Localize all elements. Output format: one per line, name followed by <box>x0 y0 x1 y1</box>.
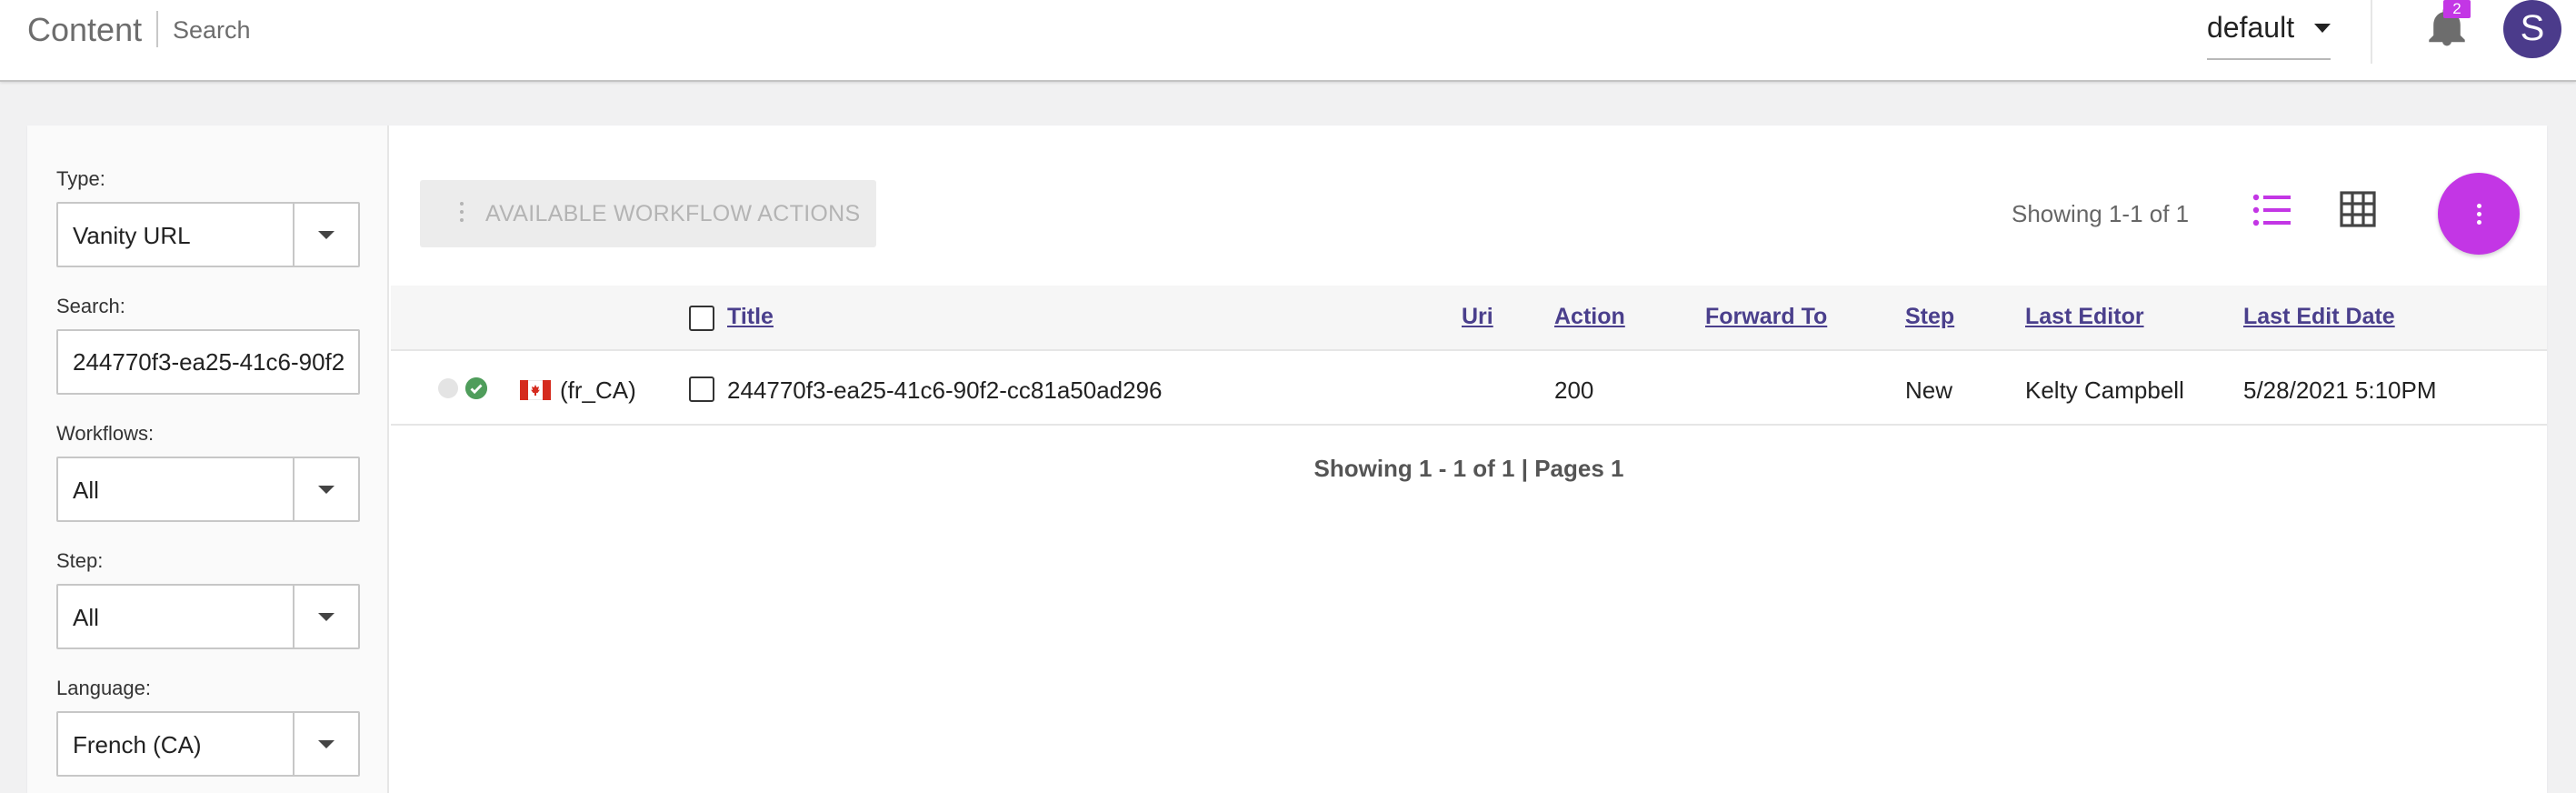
step-select-toggle[interactable] <box>293 586 358 647</box>
table-row[interactable]: (fr_CA) 244770f3-ea25-41c6-90f2-cc81a50a… <box>391 353 2547 426</box>
row-last-edit-date: 5/28/2021 5:10PM <box>2243 376 2437 404</box>
toolbar-divider <box>2371 0 2372 64</box>
language-select-toggle[interactable] <box>293 713 358 775</box>
canada-flag-icon <box>520 380 551 400</box>
row-locale: (fr_CA) <box>560 376 636 404</box>
results-count: Showing 1-1 of 1 <box>2012 200 2190 227</box>
language-select[interactable]: French (CA) <box>56 711 360 777</box>
notification-badge: 2 <box>2443 0 2471 18</box>
page-title: Search <box>173 16 251 44</box>
actions-menu-button[interactable] <box>2438 173 2520 255</box>
app-title: Content <box>27 11 143 48</box>
grid-view-icon[interactable] <box>2340 191 2376 227</box>
table-header: Title Uri Action Forward To Step Last Ed… <box>391 286 2547 351</box>
filters-sidebar: Type: Vanity URL Search: Workflows: All … <box>27 125 389 793</box>
step-select[interactable]: All <box>56 584 360 649</box>
chevron-down-icon <box>2314 24 2331 33</box>
lock-status-icon <box>438 378 458 398</box>
column-forward-to[interactable]: Forward To <box>1705 304 1827 330</box>
workflows-select-value: All <box>73 477 99 504</box>
select-all-checkbox[interactable] <box>689 306 714 331</box>
column-title[interactable]: Title <box>727 304 774 330</box>
step-select-value: All <box>73 604 99 631</box>
check-circle-icon <box>465 377 487 399</box>
caret-down-icon <box>318 486 334 494</box>
avatar[interactable]: S <box>2503 0 2561 58</box>
search-label: Search: <box>56 295 125 317</box>
caret-down-icon <box>318 231 334 239</box>
row-last-editor: Kelty Campbell <box>2025 376 2184 404</box>
column-step[interactable]: Step <box>1905 304 1954 330</box>
type-label: Type: <box>56 167 105 190</box>
workflows-label: Workflows: <box>56 422 155 445</box>
search-input[interactable] <box>58 331 358 393</box>
type-select-value: Vanity URL <box>73 222 191 249</box>
column-last-editor[interactable]: Last Editor <box>2025 304 2144 330</box>
type-select[interactable]: Vanity URL <box>56 202 360 267</box>
pagination-summary: Showing 1 - 1 of 1 | Pages 1 <box>1313 455 1624 482</box>
type-select-toggle[interactable] <box>293 204 358 266</box>
language-label: Language: <box>56 677 151 699</box>
workflows-select[interactable]: All <box>56 457 360 522</box>
title-divider <box>156 11 158 47</box>
top-bar: Content Search default 2 S <box>0 0 2576 82</box>
row-action: 200 <box>1554 376 1594 404</box>
step-label: Step: <box>56 549 104 572</box>
row-step: New <box>1905 376 1953 404</box>
site-selector-value: default <box>2207 11 2295 44</box>
row-title[interactable]: 244770f3-ea25-41c6-90f2-cc81a50ad296 <box>727 376 1163 405</box>
column-uri[interactable]: Uri <box>1462 304 1493 330</box>
list-view-icon[interactable] <box>2252 193 2291 227</box>
column-last-edit-date[interactable]: Last Edit Date <box>2243 304 2395 330</box>
search-field[interactable] <box>56 329 360 395</box>
column-action[interactable]: Action <box>1554 304 1625 330</box>
search-card: Type: Vanity URL Search: Workflows: All … <box>27 125 2547 793</box>
caret-down-icon <box>318 740 334 748</box>
caret-down-icon <box>318 613 334 621</box>
site-selector[interactable]: default <box>2207 7 2331 60</box>
workflows-select-toggle[interactable] <box>293 458 358 520</box>
language-select-value: French (CA) <box>73 731 202 758</box>
more-vertical-icon <box>460 202 465 226</box>
row-checkbox[interactable] <box>689 376 714 402</box>
workflow-actions-button[interactable]: AVAILABLE WORKFLOW ACTIONS <box>420 180 876 247</box>
workflow-actions-label: AVAILABLE WORKFLOW ACTIONS <box>485 201 861 226</box>
results-panel: AVAILABLE WORKFLOW ACTIONS Showing 1-1 o… <box>391 125 2547 793</box>
